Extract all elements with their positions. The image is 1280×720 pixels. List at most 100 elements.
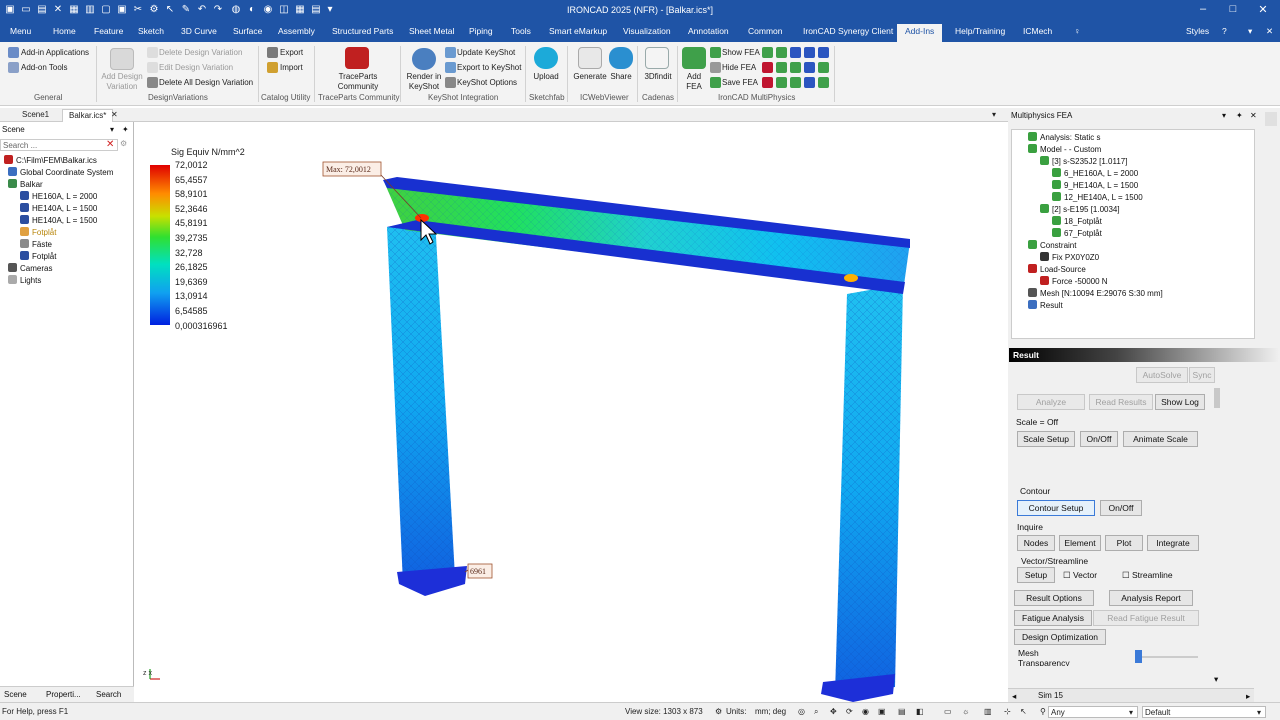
nodes-button[interactable]: Nodes bbox=[1017, 535, 1055, 551]
add-in-applications-button[interactable]: Add-in Applications bbox=[21, 48, 89, 57]
tab-icmech[interactable]: ICMech bbox=[1023, 26, 1052, 36]
lightbulb-icon[interactable]: ♀ bbox=[1074, 26, 1080, 36]
fea-node-part[interactable]: 18_Fotplåt bbox=[1052, 216, 1102, 226]
zoom-icon[interactable]: ⌕ bbox=[814, 707, 818, 717]
fea-plot-icon[interactable] bbox=[804, 77, 815, 88]
look-at-icon[interactable]: ◉ bbox=[862, 707, 869, 716]
tab-balkar[interactable]: Balkar.ics* bbox=[62, 109, 114, 122]
tab-sketch[interactable]: Sketch bbox=[138, 26, 164, 36]
tab-assembly[interactable]: Assembly bbox=[278, 26, 315, 36]
tab-synergy-client[interactable]: IronCAD Synergy Client bbox=[803, 26, 893, 36]
display-icon[interactable]: ▥ bbox=[984, 707, 992, 716]
analysis-report-button[interactable]: Analysis Report bbox=[1109, 590, 1193, 606]
edit-design-variation-button[interactable]: Edit Design Variation bbox=[159, 63, 233, 72]
tab-add-ins[interactable]: Add-Ins bbox=[897, 24, 943, 42]
tab-structured-parts[interactable]: Structured Parts bbox=[332, 26, 393, 36]
tab-search[interactable]: Search bbox=[96, 690, 121, 699]
show-fea-button[interactable]: Show FEA bbox=[722, 48, 760, 57]
delete-all-design-variation-button[interactable]: Delete All Design Variation bbox=[159, 78, 253, 87]
styles-menu[interactable]: Styles bbox=[1186, 26, 1209, 36]
tree-fotplat-2[interactable]: Fotplåt bbox=[20, 251, 56, 261]
tab-help-training[interactable]: Help/Training bbox=[955, 26, 1005, 36]
panel-pin-icon[interactable]: ✦ bbox=[122, 125, 129, 134]
panel-dropdown-icon[interactable]: ▾ bbox=[110, 125, 114, 134]
fea-result-icon[interactable] bbox=[790, 47, 801, 58]
tree-he140a-1[interactable]: HE140A, L = 1500 bbox=[20, 203, 97, 213]
3dfindit-button[interactable]: 3Dfindit bbox=[640, 72, 676, 82]
animate-scale-button[interactable]: Animate Scale bbox=[1123, 431, 1198, 447]
sync-button[interactable]: Sync bbox=[1189, 367, 1215, 383]
triad-icon[interactable]: ⊹ bbox=[1004, 707, 1011, 716]
shading-icon[interactable]: ◧ bbox=[916, 707, 924, 716]
tab-scene-bottom[interactable]: Scene bbox=[4, 690, 27, 699]
plot-button[interactable]: Plot bbox=[1105, 535, 1143, 551]
analyze-button[interactable]: Analyze bbox=[1017, 394, 1085, 410]
tab-scroll-left-icon[interactable]: ◂ bbox=[1012, 691, 1016, 702]
fea-node-material-2[interactable]: [2] s-E195 [1.0034] bbox=[1040, 204, 1120, 214]
minimize-button[interactable]: – bbox=[1188, 3, 1218, 15]
fea-node-part[interactable]: 67_Fotplåt bbox=[1052, 228, 1102, 238]
vector-checkbox[interactable]: ☐ Vector bbox=[1063, 570, 1097, 581]
fea-node-fix[interactable]: Fix PX0Y0Z0 bbox=[1040, 252, 1099, 262]
fea-node-part[interactable]: 9_HE140A, L = 1500 bbox=[1052, 180, 1138, 190]
fea-node-load-source[interactable]: Load-Source bbox=[1028, 264, 1086, 274]
tab-menu[interactable]: Menu bbox=[10, 26, 31, 36]
contour-setup-button[interactable]: Contour Setup bbox=[1017, 500, 1095, 516]
ribbon-close-icon[interactable]: ✕ bbox=[1266, 26, 1273, 37]
fea-export-icon[interactable] bbox=[818, 77, 829, 88]
search-options-icon[interactable]: ⚙ bbox=[120, 139, 127, 148]
fea-node-model[interactable]: Model - - Custom bbox=[1028, 144, 1101, 154]
tab-scroll-right-icon[interactable]: ▸ bbox=[1246, 691, 1250, 702]
tab-surface[interactable]: Surface bbox=[233, 26, 262, 36]
ribbon-minimize-icon[interactable]: ▾ bbox=[1248, 26, 1252, 37]
fea-mesh-icon[interactable] bbox=[776, 47, 787, 58]
fea-dropdown-icon[interactable]: ▾ bbox=[1222, 111, 1226, 120]
fea-node-mesh[interactable]: Mesh [N:10094 E:29076 S:30 mm] bbox=[1028, 288, 1163, 298]
render-in-keyshot-button[interactable]: Render in KeyShot bbox=[403, 72, 445, 92]
sim-tab[interactable]: Sim 15 bbox=[1038, 691, 1063, 700]
tree-global-coordinate[interactable]: Global Coordinate System bbox=[8, 167, 113, 177]
starter-side-tab[interactable] bbox=[1265, 112, 1277, 126]
scene-search-input[interactable]: Search ... bbox=[0, 139, 118, 151]
tree-cameras[interactable]: Cameras bbox=[8, 263, 52, 273]
generate-button[interactable]: Generate bbox=[570, 72, 610, 82]
fea-node-material-1[interactable]: [3] s-S235J2 [1.0117] bbox=[1040, 156, 1127, 166]
export-to-keyshot-button[interactable]: Export to KeyShot bbox=[457, 63, 521, 72]
tree-he160a[interactable]: HE160A, L = 2000 bbox=[20, 191, 97, 201]
fea-load-icon[interactable] bbox=[762, 62, 773, 73]
fea-constraint-icon[interactable] bbox=[776, 62, 787, 73]
traceparts-community-button[interactable]: TraceParts Community bbox=[330, 72, 386, 92]
result-options-button[interactable]: Result Options bbox=[1014, 590, 1094, 606]
tab-sheet-metal[interactable]: Sheet Metal bbox=[409, 26, 454, 36]
vector-setup-button[interactable]: Setup bbox=[1017, 567, 1055, 583]
contour-onoff-button[interactable]: On/Off bbox=[1100, 500, 1142, 516]
tab-home[interactable]: Home bbox=[53, 26, 76, 36]
fea-node-part[interactable]: 12_HE140A, L = 1500 bbox=[1052, 192, 1143, 202]
update-keyshot-button[interactable]: Update KeyShot bbox=[457, 48, 515, 57]
import-button[interactable]: Import bbox=[280, 63, 303, 72]
result-scrollbar[interactable] bbox=[1214, 388, 1220, 408]
rotate-icon[interactable]: ⟳ bbox=[846, 707, 853, 716]
section-icon[interactable]: ▭ bbox=[944, 707, 952, 716]
camera-view-icon[interactable]: ▣ bbox=[878, 707, 886, 716]
fea-fix-icon[interactable] bbox=[776, 77, 787, 88]
fea-node-part[interactable]: 6_HE160A, L = 2000 bbox=[1052, 168, 1138, 178]
scale-onoff-button[interactable]: On/Off bbox=[1080, 431, 1118, 447]
tree-root[interactable]: C:\Film\FEM\Balkar.ics bbox=[4, 155, 97, 165]
autosolve-button[interactable]: AutoSolve bbox=[1136, 367, 1188, 383]
3d-viewport[interactable]: Sig Equiv N/mm^2 72,0012 65,4557 58,9101… bbox=[135, 122, 1005, 702]
add-on-tools-button[interactable]: Add-on Tools bbox=[21, 63, 68, 72]
pan-icon[interactable]: ✥ bbox=[830, 707, 837, 716]
zoom-fit-icon[interactable]: ◎ bbox=[798, 707, 805, 716]
light-toggle-icon[interactable]: ☼ bbox=[962, 707, 969, 716]
fea-node-force[interactable]: Force -50000 N bbox=[1040, 276, 1108, 286]
tab-smart-emarkup[interactable]: Smart eMarkup bbox=[549, 26, 607, 36]
clear-search-icon[interactable]: ✕ bbox=[106, 139, 114, 150]
export-button[interactable]: Export bbox=[280, 48, 303, 57]
fea-contact-icon[interactable] bbox=[790, 62, 801, 73]
tab-properties[interactable]: Properti... bbox=[46, 690, 81, 699]
pointer-select-icon[interactable]: ↖ bbox=[1020, 707, 1027, 716]
render-mode-icon[interactable]: ▤ bbox=[898, 707, 906, 716]
close-tab-icon[interactable]: ✕ bbox=[111, 109, 118, 122]
filter-icon[interactable]: ⚲ bbox=[1040, 707, 1046, 716]
